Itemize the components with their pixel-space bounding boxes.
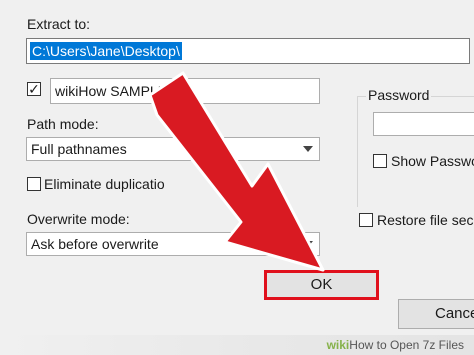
path-mode-value: Full pathnames	[31, 141, 127, 157]
overwrite-mode-label: Overwrite mode:	[27, 211, 130, 227]
path-mode-select[interactable]: Full pathnames	[26, 137, 320, 161]
cancel-button-label: Cance	[435, 305, 474, 322]
restore-security-checkbox[interactable]	[359, 213, 373, 227]
eliminate-duplication-label: Eliminate duplicatio	[44, 176, 165, 192]
watermark-text: wikiHow to Open 7z Files	[327, 338, 464, 352]
folder-name-checkbox[interactable]: ✓	[27, 82, 41, 96]
overwrite-mode-select[interactable]: Ask before overwrite	[26, 232, 320, 256]
watermark-brand: wiki	[326, 338, 350, 352]
show-password-checkbox[interactable]	[373, 154, 387, 168]
password-input[interactable]	[373, 112, 474, 136]
password-label: Password	[366, 87, 432, 103]
eliminate-duplication-checkbox[interactable]	[27, 177, 41, 191]
cancel-button[interactable]: Cance	[398, 299, 474, 329]
folder-name-field[interactable]: wikiHow SAMPLE	[50, 78, 320, 104]
chevron-down-icon	[303, 146, 313, 152]
watermark-title: How to Open 7z Files	[349, 338, 464, 352]
path-mode-label: Path mode:	[27, 116, 99, 132]
overwrite-mode-value: Ask before overwrite	[31, 236, 159, 252]
folder-name-value: wikiHow SAMPLE	[55, 83, 168, 99]
ok-button-label: OK	[310, 276, 333, 293]
restore-security-label: Restore file secu	[377, 212, 474, 228]
extract-path-value: C:\Users\Jane\Desktop\	[30, 42, 182, 60]
extract-path-field[interactable]: C:\Users\Jane\Desktop\	[26, 38, 470, 64]
ok-button[interactable]: OK	[264, 270, 379, 300]
show-password-label: Show Passwo	[391, 153, 474, 169]
chevron-down-icon	[303, 241, 313, 247]
extract-to-label: Extract to:	[27, 16, 91, 32]
watermark-banner: wikiHow to Open 7z Files	[0, 335, 474, 355]
